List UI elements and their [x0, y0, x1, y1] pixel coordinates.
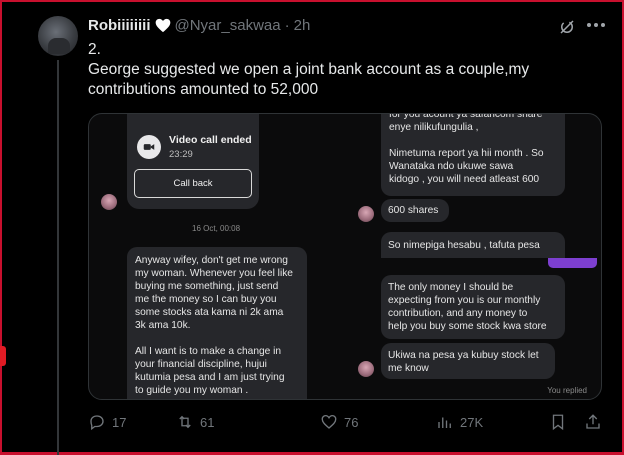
reply-icon: [90, 415, 104, 431]
right-message: The only money I should be expecting fro…: [381, 275, 565, 339]
message-line: my woman. Whenever you feel like: [135, 268, 293, 279]
message-line: Ukiwa na pesa ya kubuy stock let: [388, 350, 539, 361]
call-time: 23:29: [169, 149, 193, 160]
chat-avatar: [101, 194, 117, 210]
share-button[interactable]: [584, 413, 602, 431]
bookmark-icon: [552, 414, 564, 431]
call-title: Video call ended: [169, 134, 252, 146]
message-line: enye nilikufungulia ,: [389, 122, 479, 133]
like-button[interactable]: 76: [320, 413, 358, 431]
message-line: Wanataka ndo ukuwe sawa: [389, 161, 514, 172]
views-count: 27K: [460, 414, 484, 430]
message-line: your financial discipline, hujui: [135, 359, 267, 370]
message-line: kidogo , you will need atleast 600: [389, 174, 540, 185]
edge-marker: [0, 346, 6, 366]
message-line: The only money I should be: [388, 282, 514, 293]
message-line: 3k ama 10k.: [135, 320, 191, 331]
message-line: to guide you my woman .: [135, 385, 249, 396]
views-button[interactable]: 27K: [436, 413, 483, 431]
more-icon[interactable]: [586, 22, 606, 28]
message-line: for you acount ya safaricom share: [389, 113, 543, 120]
video-camera-icon: [137, 135, 161, 159]
like-count: 76: [344, 414, 359, 430]
reply-button[interactable]: 17: [88, 413, 126, 431]
chat-screenshot-image[interactable]: Video call ended 23:29 Call back 16 Oct,…: [88, 113, 602, 400]
message-line: All I want is to make a change in: [135, 346, 282, 357]
message-line: help you buy some stock kwa store: [388, 321, 547, 332]
tweet-text-line: 2.: [88, 41, 101, 58]
repost-count: 61: [200, 414, 215, 430]
video-call-card: Video call ended 23:29 Call back: [127, 114, 259, 209]
chat-avatar: [358, 361, 374, 377]
message-line: some stocks ata kama ni 2k ama: [135, 307, 284, 318]
handle[interactable]: @Nyar_sakwaa: [175, 17, 281, 34]
avatar[interactable]: [38, 16, 78, 56]
separator-dot: ·: [284, 17, 290, 34]
reply-count: 17: [112, 414, 127, 430]
message-line: Nimetuma report ya hii month . So: [389, 148, 544, 159]
right-message: for you acount ya safaricom share enye n…: [381, 113, 565, 196]
right-message: Ukiwa na pesa ya kubuy stock let me know: [381, 343, 555, 379]
call-back-button: Call back: [134, 169, 252, 198]
bookmark-button[interactable]: [549, 413, 567, 431]
repost-button[interactable]: 61: [176, 413, 214, 431]
message-line: contribution, and any money to: [388, 308, 528, 319]
right-message: So nimepiga hesabu , tafuta pesa: [381, 232, 565, 258]
date-separator: 16 Oct, 00:08: [192, 224, 241, 233]
message-line: me know: [388, 363, 429, 374]
tweet-header: Robiiiiiiii @Nyar_sakwaa · 2h: [88, 17, 310, 34]
message-line: buying me something, just send: [135, 281, 279, 292]
tweet-text-line: George suggested we open a joint bank ac…: [88, 61, 530, 78]
display-name[interactable]: Robiiiiiiii: [88, 17, 151, 34]
repost-icon: [179, 415, 191, 429]
message-line: kutumia pesa and I am just trying: [135, 372, 285, 383]
message-line: [135, 332, 299, 345]
message-line: 600 shares: [388, 205, 439, 216]
share-icon: [586, 414, 600, 429]
message-line: me the money so I can buy you: [135, 294, 277, 305]
chat-avatar: [358, 206, 374, 222]
timestamp[interactable]: 2h: [294, 17, 311, 34]
like-icon: [321, 414, 337, 429]
purple-tab: [548, 258, 597, 268]
thread-line: [57, 60, 59, 455]
left-message: Anyway wifey, don't get me wrong my woma…: [127, 247, 307, 399]
you-replied-label: You replied: [547, 386, 587, 395]
tweet-text: 2. George suggested we open a joint bank…: [88, 40, 608, 100]
heart-icon: [155, 18, 170, 33]
message-line: So nimepiga hesabu , tafuta pesa: [388, 240, 540, 251]
message-line: expecting from you is our monthly: [388, 295, 541, 306]
views-icon: [438, 417, 451, 428]
tweet-actions: 17 61 76 27K: [88, 413, 608, 435]
message-line: [389, 134, 557, 147]
message-line: Anyway wifey, don't get me wrong: [135, 255, 288, 266]
tweet-text-line: contributions amounted to 52,000: [88, 81, 319, 98]
grok-icon[interactable]: [558, 18, 576, 36]
right-message: 600 shares: [381, 199, 449, 222]
